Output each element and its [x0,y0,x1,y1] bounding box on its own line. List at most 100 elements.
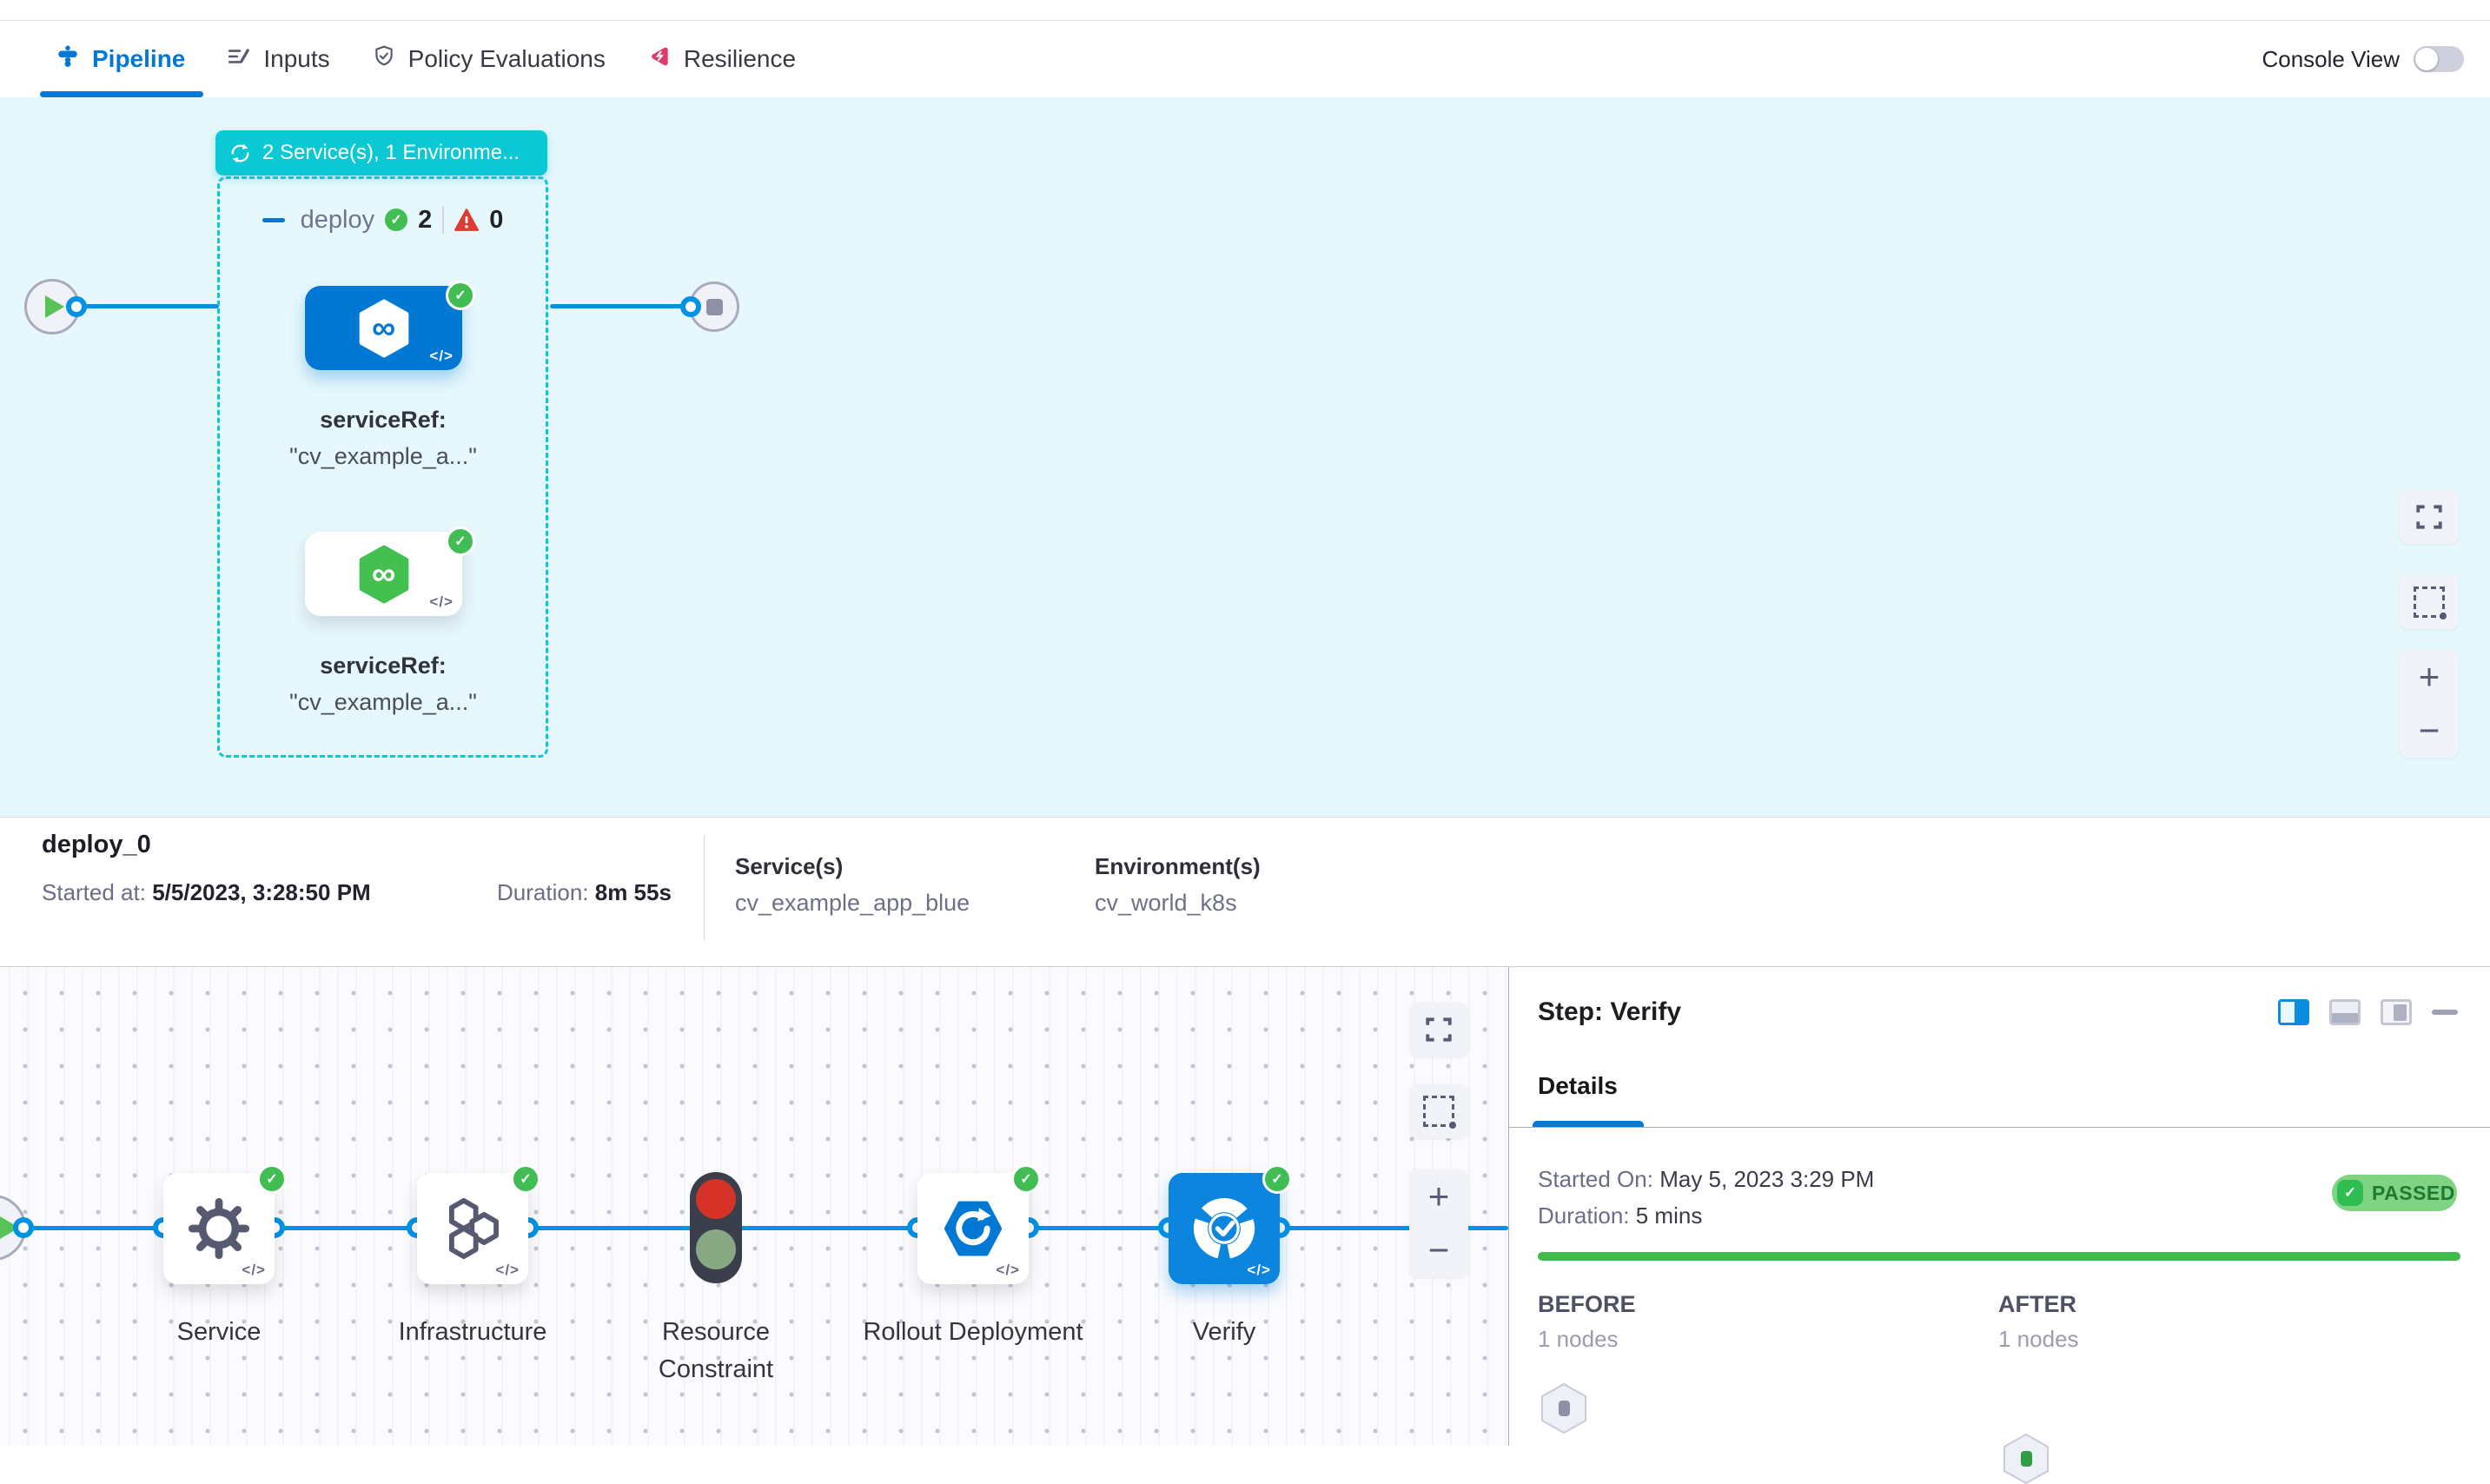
tab-inputs-label: Inputs [263,45,329,73]
traffic-light-green [696,1229,736,1269]
connector-line [83,304,219,308]
count-divider [442,206,444,234]
tab-pipeline[interactable]: Pipeline [56,44,185,75]
step-label: Verify [1137,1314,1311,1351]
success-count: 2 [418,206,432,235]
stage-services-badge[interactable]: 2 Service(s), 1 Environme... [215,130,547,176]
step-details-title: Step: Verify [1538,997,1681,1027]
code-icon: </> [996,1262,1020,1279]
details-tab-divider [1509,1127,2490,1128]
collapse-stage-button[interactable] [262,218,285,222]
layout-floating-panel-button[interactable] [2381,999,2412,1025]
connector-port [13,1217,34,1238]
step-infrastructure[interactable]: ✓ </> [417,1173,528,1284]
status-success-badge: ✓ [446,281,475,310]
gear-icon [186,1196,252,1262]
step-label: Resource Constraint [612,1314,820,1388]
connector-line [1029,1226,1169,1230]
zoom-out-button[interactable]: − [2400,704,2459,758]
after-node-hexagon[interactable] [2003,1434,2049,1484]
check-icon: ✓ [2337,1180,2363,1206]
after-header: AFTER [1998,1291,2076,1318]
console-view-control: Console View [2262,21,2464,97]
status-passed-label: PASSED [2372,1182,2455,1205]
environments-value[interactable]: cv_world_k8s [1095,890,1237,917]
layout-bottom-panel-button[interactable] [2329,999,2361,1025]
connector-line [23,1226,163,1230]
connector-port [680,296,701,317]
service-node-2[interactable]: ∞ ✓ </> [305,532,462,616]
step-verify[interactable]: ✓ </> [1169,1173,1280,1284]
before-node-hexagon[interactable] [1541,1383,1586,1434]
step-rollout-deployment[interactable]: ✓ </> [917,1173,1029,1284]
shield-check-icon [372,44,396,75]
selection-mode-button[interactable] [1409,1084,1468,1138]
zoom-in-button[interactable]: + [1409,1169,1468,1223]
step-label: Infrastructure [342,1314,603,1351]
verify-icon [1189,1193,1260,1264]
step-started-on: Started On: May 5, 2023 3:29 PM [1538,1166,1874,1193]
connector-line [1280,1226,1508,1230]
status-success-badge: ✓ [511,1164,540,1194]
fit-to-screen-button[interactable] [1409,1003,1468,1057]
tab-inputs[interactable]: Inputs [227,44,329,75]
tab-details[interactable]: Details [1538,1072,1618,1100]
toggle-knob [2415,48,2438,70]
tab-pipeline-label: Pipeline [92,45,185,73]
error-warning-icon [454,209,479,231]
step-resource-constraint[interactable] [690,1172,742,1283]
status-success-badge: ✓ [446,527,475,556]
service-node-1[interactable]: ∞ ✓ </> [305,286,462,370]
success-check-icon: ✓ [385,209,407,231]
pipeline-icon [56,44,80,75]
console-view-toggle[interactable] [2414,46,2464,72]
connector-line [275,1226,417,1230]
step-label: Service [132,1314,306,1351]
zoom-out-button[interactable]: − [1409,1223,1468,1277]
tab-resilience[interactable]: Resilience [647,44,796,75]
after-node-count: 1 nodes [1998,1326,2079,1353]
before-node-count: 1 nodes [1538,1326,1619,1353]
step-service[interactable]: ✓ </> [163,1173,275,1284]
code-icon: </> [1247,1262,1271,1279]
service-ref-label: serviceRef: "cv_example_a..." [244,401,522,474]
zoom-control-group: + − [1409,1169,1468,1277]
layout-right-panel-button[interactable] [2278,999,2309,1025]
selection-icon [1423,1096,1454,1127]
stage-canvas[interactable]: 2 Service(s), 1 Environme... deploy ✓ 2 … [0,97,2490,817]
code-icon: </> [495,1262,520,1279]
harness-service-icon: ∞ [357,545,411,604]
stage-header-row: deploy ✓ 2 0 [217,201,548,239]
execution-tabbar: Pipeline Inputs Policy Evaluations Resil… [0,21,2490,97]
step-canvas[interactable]: ✓ </> Service ✓ </> Infrastructure Resou… [0,967,1508,1446]
stage-badge-label: 2 Service(s), 1 Environme... [262,141,520,165]
selection-mode-button[interactable] [2400,575,2459,629]
tab-policy-evaluations[interactable]: Policy Evaluations [372,44,606,75]
code-icon: </> [429,593,454,611]
rollout-icon [938,1194,1008,1263]
window-top-strip [0,0,2490,21]
started-at: Started at: 5/5/2023, 3:28:50 PM [42,879,371,906]
tab-resilience-label: Resilience [684,45,796,73]
active-tab-underline [40,91,203,97]
zoom-in-button[interactable]: + [2400,650,2459,704]
node-status-dot [1559,1401,1570,1416]
resilience-chaos-icon [647,44,672,75]
inputs-icon [227,44,251,75]
services-header: Service(s) [735,853,843,880]
verification-progress-bar [1538,1252,2460,1261]
selection-icon [2414,586,2445,618]
node-status-dot [2021,1451,2032,1467]
code-icon: </> [242,1262,266,1279]
before-header: BEFORE [1538,1291,1636,1318]
environments-header: Environment(s) [1095,853,1261,880]
executed-stage-name: deploy_0 [42,831,151,859]
minimize-panel-button[interactable] [2432,1010,2458,1015]
step-duration: Duration: 5 mins [1538,1202,1702,1229]
panel-layout-controls [2278,999,2458,1025]
connector-port [66,296,87,317]
services-value[interactable]: cv_example_app_blue [735,890,970,917]
status-passed-badge: ✓ PASSED [2332,1175,2457,1211]
fit-to-screen-button[interactable] [2400,490,2459,544]
info-divider [704,836,705,940]
